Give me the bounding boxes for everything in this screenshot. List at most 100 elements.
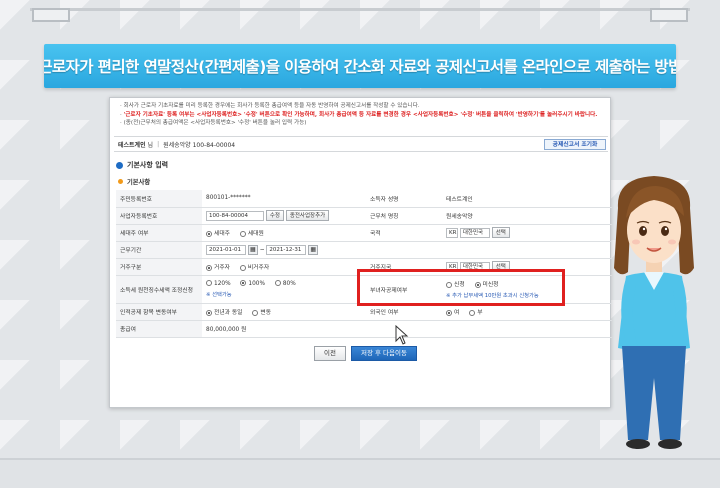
section-title-text: 기본사항 입력 <box>127 161 169 169</box>
form-row: 세대주 여부 세대주 세대원 국적 KR 대한민국 선택 <box>116 224 612 242</box>
residence-option-nonresident[interactable]: 비거주자 <box>239 264 270 271</box>
radio-icon <box>252 309 259 316</box>
subsection-title-text: 기본사항 <box>127 179 151 186</box>
add-former-workplace-button[interactable]: 종전사업장추가 <box>285 210 330 221</box>
frame-bottom-border <box>0 458 720 488</box>
form-row: 사업자등록번호 100-84-00004 수정 종전사업장추가 근무처 명칭 원… <box>116 207 612 225</box>
period-cell: 2021-01-01 ▦ ~ 2021-12-31 ▦ <box>202 241 612 259</box>
separator: | <box>157 140 160 148</box>
radio-icon <box>239 264 246 271</box>
period-start-input[interactable]: 2021-01-01 <box>206 244 246 255</box>
total-pay-label: 총급여 <box>116 320 202 338</box>
deduction-form-button[interactable]: 공제신고서 조기화 <box>544 139 606 150</box>
form-row: 근무기간 2021-01-01 ▦ ~ 2021-12-31 ▦ <box>116 241 612 259</box>
residence-label: 거주구분 <box>116 258 202 276</box>
tax-rate-option-80[interactable]: 80% <box>274 280 296 287</box>
section-bullet-icon <box>116 161 123 169</box>
personal-deduction-options: 전년과 동일 변동 <box>202 303 366 321</box>
radio-selected-icon <box>446 309 452 316</box>
total-pay-unit: 원 <box>241 327 247 333</box>
guide-character-illustration <box>614 176 694 449</box>
calendar-icon[interactable]: ▦ <box>308 244 319 255</box>
frame-ornament-right <box>650 8 688 22</box>
form-row: 주민등록번호 800101-******* 소득자 성명 테스트계인 <box>116 190 612 208</box>
foreign-option-no[interactable]: 부 <box>469 309 483 316</box>
residence-option-resident[interactable]: 거주자 <box>206 264 230 271</box>
calendar-icon[interactable]: ▦ <box>247 244 258 255</box>
tax-rate-option-80-label: 80% <box>282 280 296 287</box>
prev-button[interactable]: 이전 <box>314 346 346 361</box>
personal-deduction-option-changed[interactable]: 변동 <box>252 309 272 316</box>
household-option-member[interactable]: 세대원 <box>239 230 264 237</box>
workplace-label: 근무처 명칭 <box>366 207 442 225</box>
household-option-member-label: 세대원 <box>247 231 264 237</box>
tax-rate-option-120-label: 120% <box>214 280 231 287</box>
form-row: 총급여 80,000,000 원 <box>116 320 612 338</box>
period-separator: ~ <box>259 247 265 253</box>
total-pay-value: 80,000,000 <box>206 327 240 333</box>
radio-icon <box>274 280 281 287</box>
highlight-box <box>357 269 565 306</box>
tax-rate-option-120[interactable]: 120% <box>206 280 231 287</box>
income-earner-label: 소득자 성명 <box>366 190 442 208</box>
notice-box: · 회사가 근로자 기초자료를 미리 등록한 경우에는 회사가 등록한 총급여액… <box>120 103 598 126</box>
section-title: 기본사항 입력 <box>116 160 168 170</box>
resident-number-value: 800101-******* <box>202 190 366 208</box>
radio-icon <box>239 230 246 237</box>
personal-deduction-option-same-label: 전년과 동일 <box>214 310 243 316</box>
household-options: 세대주 세대원 <box>202 224 366 242</box>
tax-rate-label: 소득세 원천징수세액 조정신청 <box>116 275 202 304</box>
subsection-bullet-icon <box>118 179 123 184</box>
residence-options: 거주자 비거주자 <box>202 258 366 276</box>
frame-top-border <box>30 8 690 28</box>
radio-selected-icon <box>206 264 212 271</box>
period-end-input[interactable]: 2021-12-31 <box>266 244 307 255</box>
basic-info-form: 주민등록번호 800101-******* 소득자 성명 테스트계인 사업자등록… <box>116 190 612 338</box>
household-option-head-label: 세대주 <box>214 231 230 237</box>
nationality-code-input[interactable]: KR <box>446 227 458 238</box>
user-name-suffix: 님 <box>147 141 154 149</box>
nationality-cell: KR 대한민국 선택 <box>442 224 612 242</box>
nationality-select-button[interactable]: 선택 <box>491 227 510 238</box>
user-name: 테스트계인 <box>118 141 146 149</box>
notice-line-3: (종(전)근무처의 총급여액은 <사업자등록번호> '수정' 버튼을 눌러 입력… <box>123 120 307 126</box>
foreign-option-yes[interactable]: 여 <box>446 309 460 316</box>
radio-icon <box>206 280 212 287</box>
foreign-option-no-label: 부 <box>477 310 483 316</box>
personal-deduction-label: 인적공제 항목 변동여부 <box>116 303 202 321</box>
foreign-option-yes-label: 여 <box>454 310 460 316</box>
workplace-value: 원세송악양 <box>442 207 612 225</box>
business-number-cell: 100-84-00004 수정 종전사업장추가 <box>202 207 366 225</box>
income-earner-value: 테스트계인 <box>442 190 612 208</box>
nationality-label: 국적 <box>366 224 442 242</box>
radio-icon <box>469 309 476 316</box>
tax-rate-note: ※ 선택가능 <box>206 291 232 298</box>
action-buttons: 이전 저장 후 다음이동 <box>314 346 417 361</box>
radio-selected-icon <box>240 280 247 287</box>
workplace-info: 원세송악양 100-84-00004 <box>163 141 236 149</box>
period-label: 근무기간 <box>116 241 202 259</box>
household-label: 세대주 여부 <box>116 224 202 242</box>
notice-line-2: '근로자 기초자료' 등록 여부는 <사업자등록번호> '수정' 버튼으로 확인… <box>123 111 598 118</box>
edit-business-button[interactable]: 수정 <box>265 210 284 221</box>
page-title: 근로자가 편리한 연말정산(간편제출)을 이용하여 간소화 자료와 공제신고서를… <box>44 44 676 88</box>
tax-filing-screen: · 회사가 근로자 기초자료를 미리 등록한 경우에는 회사가 등록한 총급여액… <box>109 97 612 408</box>
resident-number-label: 주민등록번호 <box>116 190 202 208</box>
radio-selected-icon <box>206 309 212 316</box>
business-number-label: 사업자등록번호 <box>116 207 202 225</box>
mouse-cursor-icon <box>395 325 409 345</box>
tax-rate-option-100-label: 100% <box>248 280 265 287</box>
business-number-input[interactable]: 100-84-00004 <box>206 210 264 221</box>
frame-ornament-left <box>32 8 70 22</box>
company-info-row: 테스트계인 님 | 원세송악양 100-84-00004 공제신고서 조기화 <box>114 136 608 152</box>
household-option-head[interactable]: 세대주 <box>206 230 230 237</box>
notice-line-1: 회사가 근로자 기초자료를 미리 등록한 경우에는 회사가 등록한 총급여액 등… <box>123 103 420 109</box>
nationality-name-input[interactable]: 대한민국 <box>459 227 490 238</box>
tax-rate-option-100[interactable]: 100% <box>240 280 265 287</box>
save-next-button[interactable]: 저장 후 다음이동 <box>350 346 417 361</box>
personal-deduction-option-changed-label: 변동 <box>260 310 272 316</box>
personal-deduction-option-same[interactable]: 전년과 동일 <box>206 309 243 316</box>
radio-selected-icon <box>206 230 212 237</box>
tax-rate-cell: 120% 100% 80% ※ 선택가능 <box>202 275 366 304</box>
residence-option-nonresident-label: 비거주자 <box>247 265 270 271</box>
